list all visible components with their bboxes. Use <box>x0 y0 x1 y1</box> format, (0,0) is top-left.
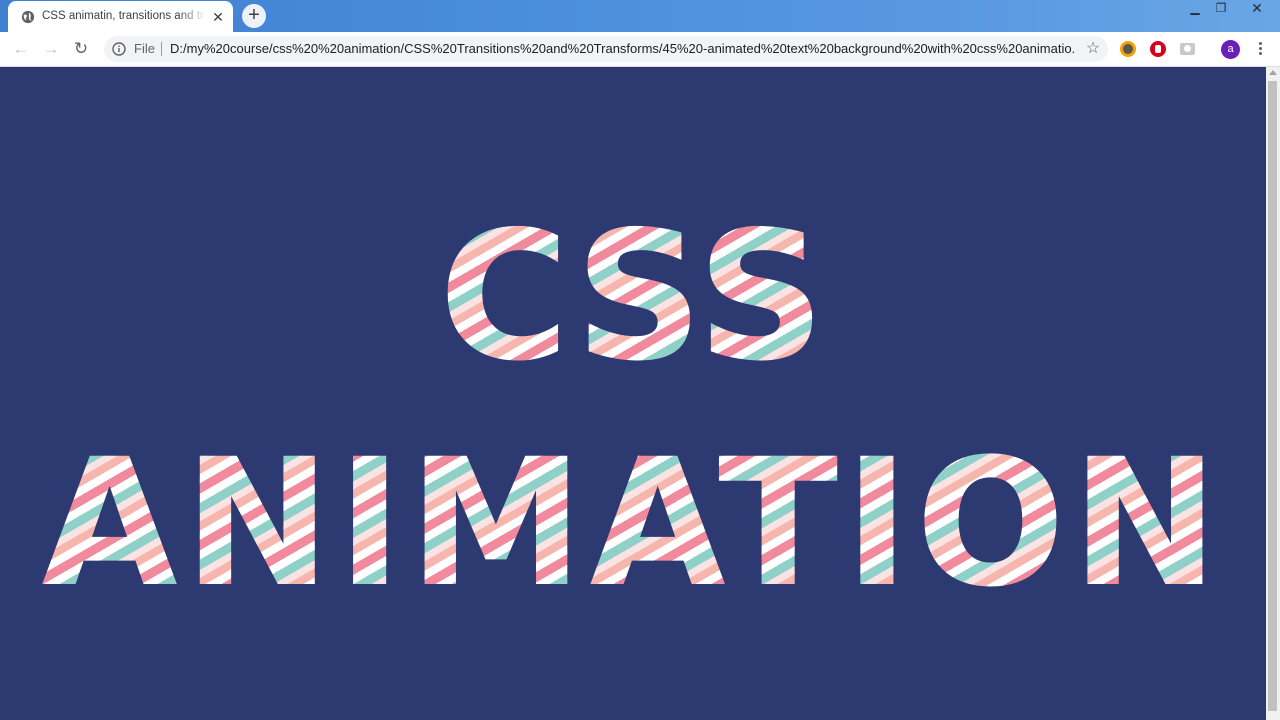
page-viewport: CSS ANIMATION <box>0 67 1266 720</box>
url-text[interactable]: D:/my%20course/css%20%20animation/CSS%20… <box>170 41 1074 56</box>
adblock-icon[interactable] <box>1150 41 1166 57</box>
profile-avatar[interactable]: a <box>1221 40 1240 59</box>
back-button[interactable]: ← <box>11 39 31 59</box>
new-tab-button[interactable]: + <box>242 4 266 28</box>
headline-line-css: CSS <box>0 202 1266 392</box>
scroll-up-arrow-icon[interactable] <box>1269 70 1277 75</box>
restore-window-button[interactable]: ❐ <box>1208 0 1234 18</box>
browser-toolbar: ← → ↻ File D:/my%20course/css%20%20anima… <box>0 32 1280 67</box>
browser-tab[interactable]: CSS animatin, transitions and transforms… <box>8 1 233 32</box>
minimize-window-button[interactable]: ▁ <box>1182 0 1208 18</box>
info-icon[interactable] <box>112 42 126 56</box>
bookmark-star-icon[interactable]: ☆ <box>1083 39 1103 59</box>
adblock-icon-hand <box>1155 45 1161 53</box>
tab-close-icon[interactable]: ✕ <box>210 9 226 25</box>
tab-strip: CSS animatin, transitions and transforms… <box>0 0 1280 32</box>
vertical-scrollbar[interactable] <box>1266 67 1280 720</box>
extension-icon-inner <box>1123 44 1133 54</box>
reload-button[interactable]: ↻ <box>71 39 91 59</box>
address-separator <box>161 42 162 56</box>
camera-icon-lens <box>1184 45 1191 52</box>
address-bar[interactable]: File D:/my%20course/css%20%20animation/C… <box>104 36 1108 62</box>
close-window-button[interactable]: ✕ <box>1242 0 1272 18</box>
extension-icon[interactable] <box>1120 41 1136 57</box>
tab-title-fade <box>178 7 206 27</box>
forward-button[interactable]: → <box>41 39 61 59</box>
camera-icon[interactable] <box>1180 43 1195 55</box>
file-scheme-label: File <box>134 41 155 56</box>
scroll-thumb[interactable] <box>1268 81 1277 711</box>
browser-menu-icon[interactable] <box>1252 40 1268 58</box>
globe-icon <box>21 10 35 24</box>
headline-line-animation: ANIMATION <box>0 429 1266 619</box>
